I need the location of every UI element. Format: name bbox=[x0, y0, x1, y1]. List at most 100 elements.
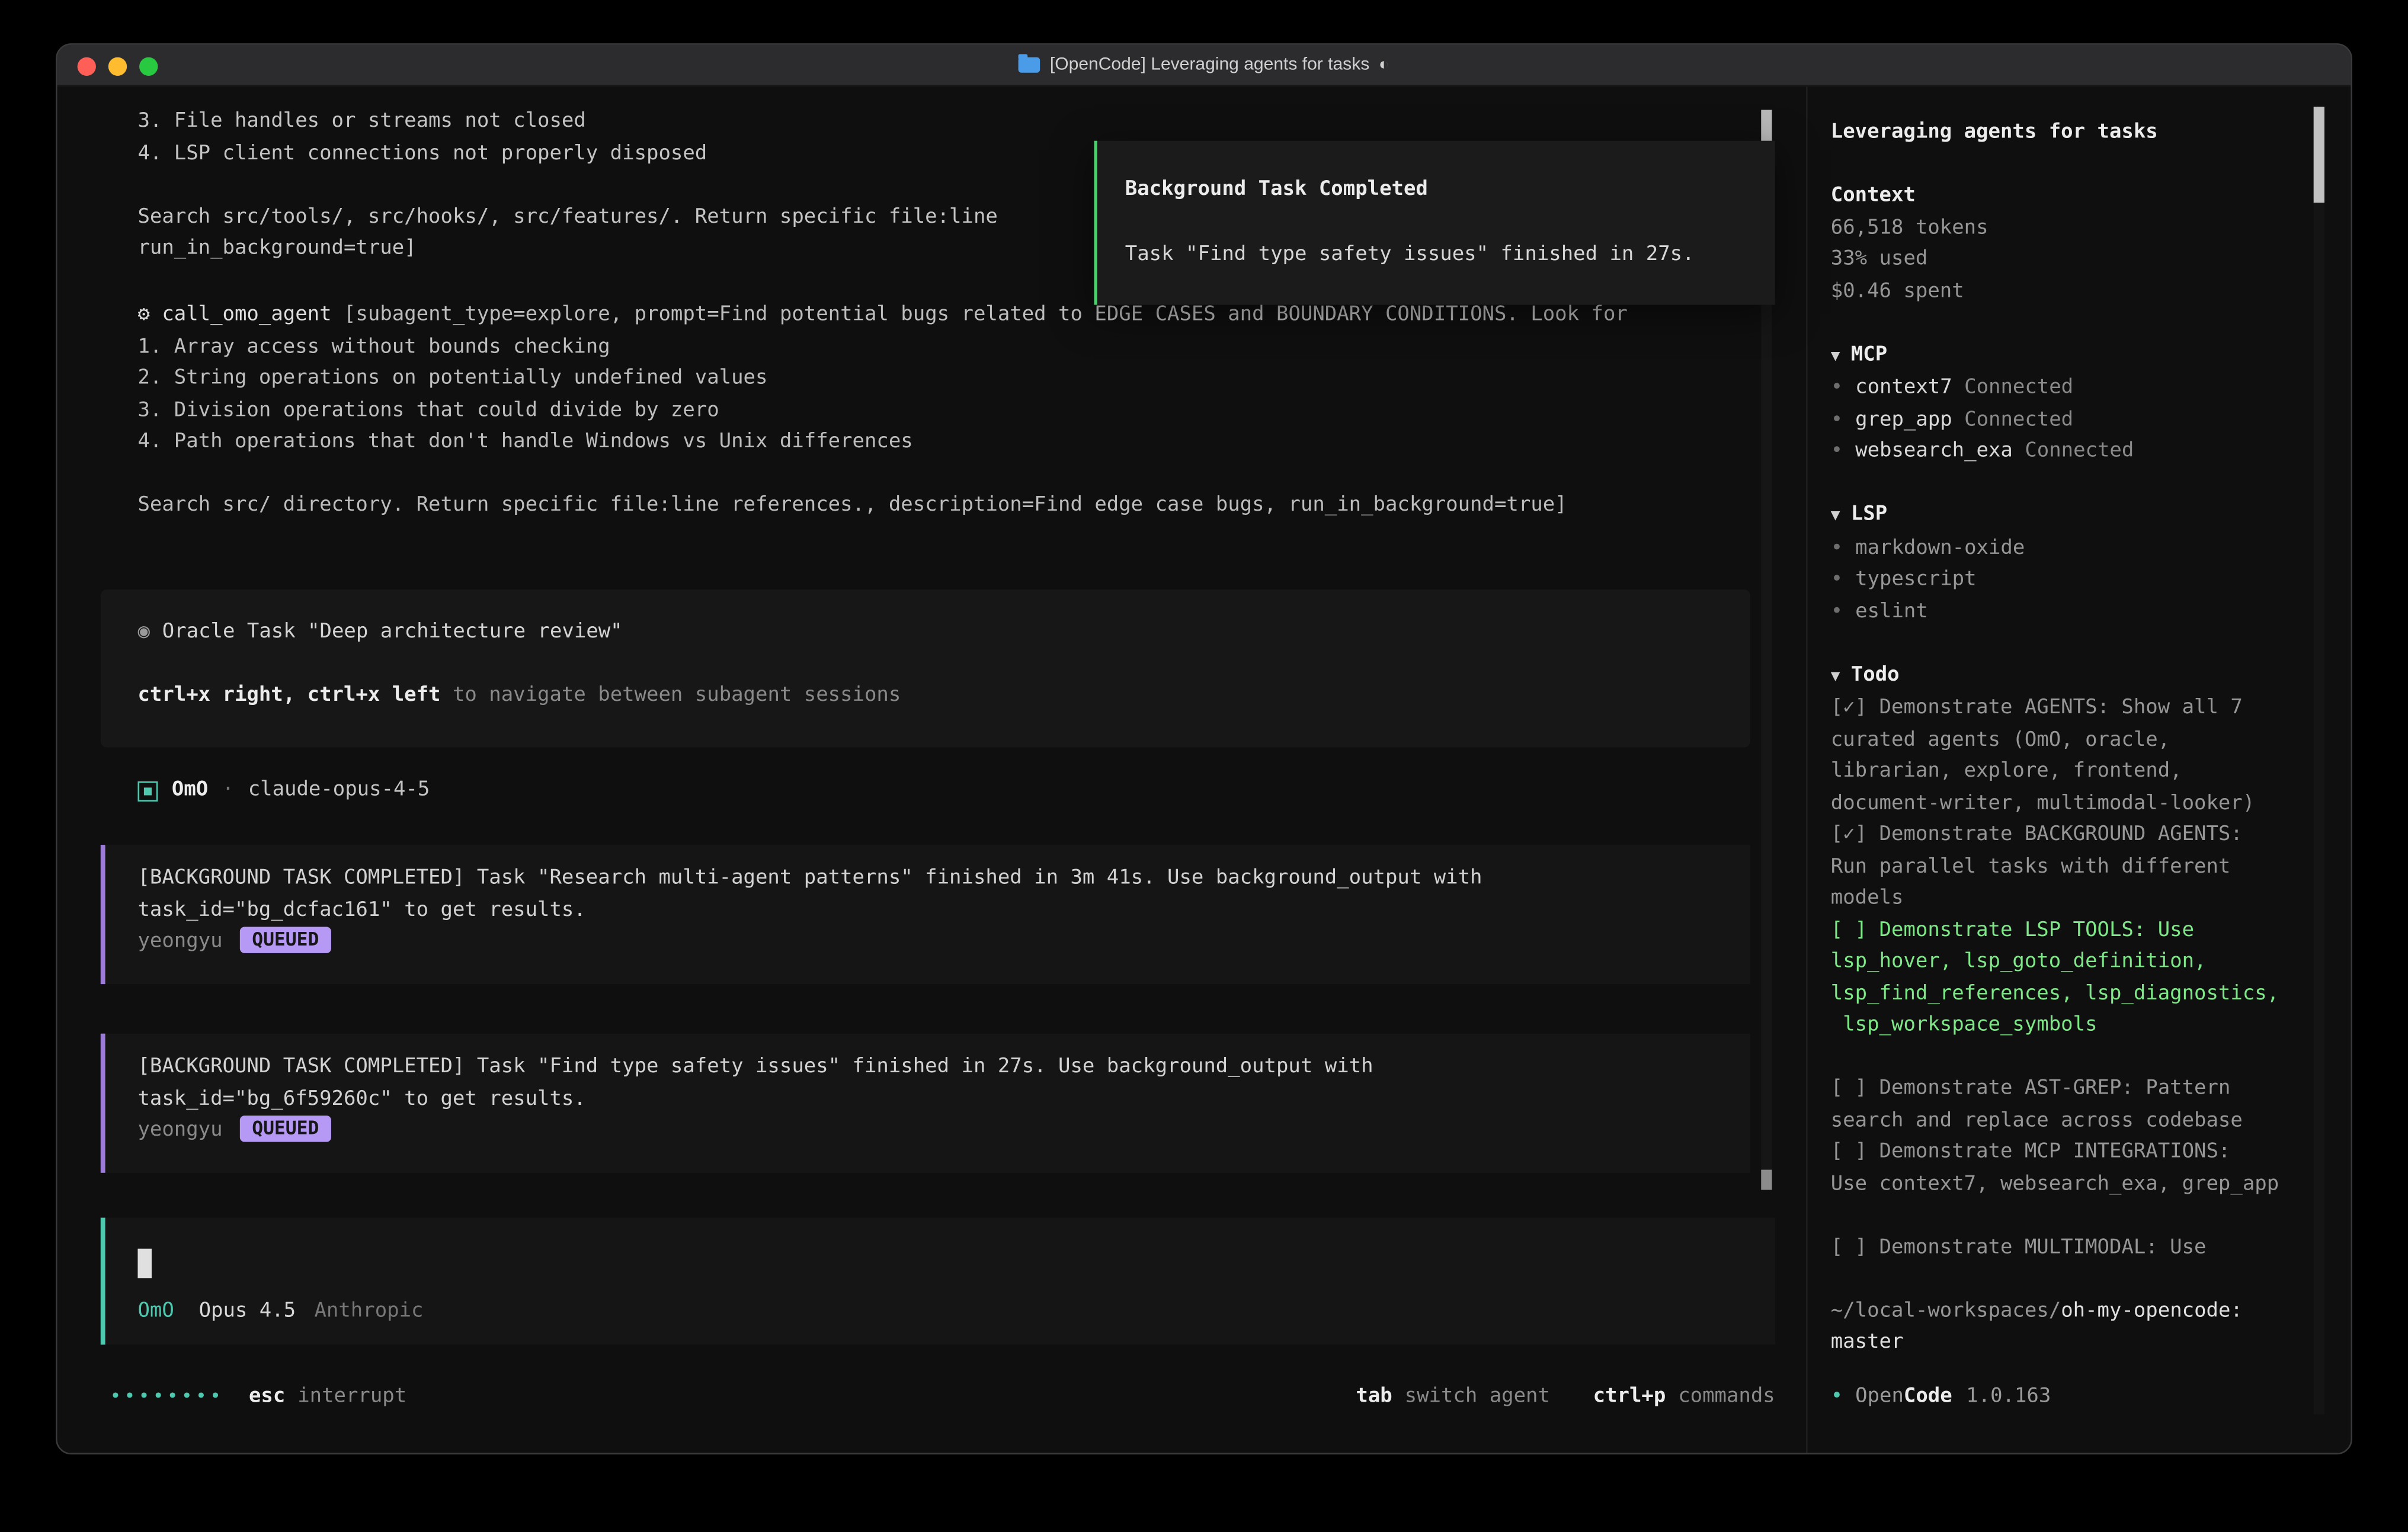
mcp-heading-row[interactable]: ▼ MCP bbox=[1831, 339, 2320, 373]
esc-key-hint: esc bbox=[249, 1384, 285, 1407]
bullet-icon: • bbox=[1831, 568, 1843, 591]
todo-line: [ ] Demonstrate MCP INTEGRATIONS: bbox=[1831, 1137, 2320, 1169]
active-agent-label: OmO bbox=[137, 1299, 174, 1322]
lsp-item: •markdown-oxide bbox=[1831, 533, 2320, 565]
todo-line: [✓] Demonstrate BACKGROUND AGENTS: bbox=[1831, 820, 2320, 852]
desktop: [OpenCode] Leveraging agents for tasks ◐… bbox=[0, 0, 2408, 1532]
main-scrollbar-end[interactable] bbox=[1761, 1170, 1772, 1190]
chevron-down-icon: ▼ bbox=[1831, 668, 1840, 685]
tool-call-args: [subagent_type=explore, prompt=Find pote… bbox=[332, 303, 1628, 326]
text-cursor bbox=[137, 1249, 152, 1278]
mcp-heading: MCP bbox=[1851, 343, 1887, 366]
separator-dot: · bbox=[222, 775, 234, 807]
app-name-dim: Open bbox=[1855, 1384, 1904, 1407]
bullet-icon: • bbox=[1831, 1384, 1843, 1407]
chevron-down-icon: ▼ bbox=[1831, 347, 1840, 364]
navigation-hint: ctrl+x right, ctrl+x left to navigate be… bbox=[137, 681, 1713, 713]
todo-heading-row[interactable]: ▼Todo bbox=[1831, 660, 2320, 693]
terminal-window: [OpenCode] Leveraging agents for tasks ◐… bbox=[56, 43, 2352, 1454]
mcp-name: context7 bbox=[1855, 376, 1952, 399]
blank-line bbox=[137, 649, 1713, 681]
oracle-task-title-line: ◉Oracle Task "Deep architecture review" bbox=[137, 617, 1713, 649]
window-titlebar[interactable]: [OpenCode] Leveraging agents for tasks ◐ bbox=[57, 45, 2351, 87]
chevron-down-icon: ▼ bbox=[1831, 508, 1840, 525]
todo-item: [ ] Demonstrate MCP INTEGRATIONS: Use co… bbox=[1831, 1137, 2320, 1201]
bullet-icon: • bbox=[1831, 376, 1843, 399]
todo-item: [✓] Demonstrate BACKGROUND AGENTS: Run p… bbox=[1831, 820, 2320, 915]
minimize-button[interactable] bbox=[108, 56, 127, 75]
scrollback-line: run_in_background=true] bbox=[137, 233, 997, 265]
sidebar-scrollbar-track[interactable] bbox=[2314, 107, 2324, 1414]
sidebar-footer: •OpenCode1.0.163 bbox=[1831, 1381, 2051, 1413]
mcp-item: •websearch_exa Connected bbox=[1831, 437, 2320, 469]
bullet-icon: • bbox=[1831, 536, 1843, 559]
statusbar-left: ••••••••escinterrupt bbox=[110, 1379, 406, 1412]
spinner-dots: •••••••• bbox=[110, 1384, 224, 1406]
todo-line: search and replace across codebase bbox=[1831, 1105, 2320, 1137]
toast-title: Background Task Completed bbox=[1125, 175, 1747, 207]
app-version: 1.0.163 bbox=[1966, 1384, 2051, 1407]
task-message: [BACKGROUND TASK COMPLETED] Task "Find t… bbox=[101, 1034, 1750, 1173]
workspace-repo: oh-my-opencode: bbox=[2061, 1299, 2243, 1322]
close-button[interactable] bbox=[78, 56, 96, 75]
folder-icon bbox=[1019, 57, 1041, 73]
session-sidebar: Leveraging agents for tasks Context 66,5… bbox=[1806, 86, 2351, 1453]
tool-call-list-item: 4. Path operations that don't handle Win… bbox=[137, 427, 1753, 459]
todo-item: [✓] Demonstrate AGENTS: Show all 7 curat… bbox=[1831, 693, 2320, 820]
ctrlp-key-label: commands bbox=[1678, 1384, 1775, 1407]
statusbar-right: tabswitch agent ctrl+pcommands bbox=[1325, 1381, 1775, 1413]
agent-model: claude-opus-4-5 bbox=[248, 775, 430, 807]
prompt-input[interactable]: OmOOpus 4.5Anthropic bbox=[101, 1218, 1775, 1345]
task-message-line: task_id="bg_dcfac161" to get results. bbox=[137, 895, 1750, 927]
window-content: 3. File handles or streams not closed 4.… bbox=[57, 86, 2351, 1453]
mcp-item: • context7 Connected bbox=[1831, 373, 2320, 405]
todo-line: Use context7, websearch_exa, grep_app bbox=[1831, 1169, 2320, 1201]
mcp-item: •grep_app Connected bbox=[1831, 405, 2320, 437]
lsp-heading-row[interactable]: ▼ LSP bbox=[1831, 500, 2320, 533]
agent-square-icon bbox=[137, 781, 158, 801]
tool-call-name: ⚙ call_omo_agent bbox=[137, 303, 331, 326]
tool-call-list-item: 3. Division operations that could divide… bbox=[137, 395, 1753, 427]
hint-keys: ctrl+x right, ctrl+x left bbox=[137, 684, 440, 707]
status-badge: QUEUED bbox=[239, 927, 331, 953]
tool-call-list-item: 2. String operations on potentially unde… bbox=[137, 364, 1753, 396]
todo-item: [ ] Demonstrate MULTIMODAL: Use bbox=[1831, 1232, 2320, 1264]
tab-key-hint: tab bbox=[1356, 1384, 1392, 1407]
workspace-path-line: ~/local-workspaces/oh-my-opencode: bbox=[1831, 1296, 2320, 1328]
oracle-task-panel[interactable]: ◉Oracle Task "Deep architecture review" … bbox=[101, 589, 1750, 747]
todo-line: Run parallel tasks with different bbox=[1831, 852, 2320, 884]
provider-label: Anthropic bbox=[314, 1299, 423, 1322]
oracle-task-title: Oracle Task "Deep architecture review" bbox=[162, 620, 623, 643]
half-moon-icon: ◐ bbox=[1379, 49, 1389, 81]
bullet-icon: • bbox=[1831, 440, 1843, 463]
tool-call-block: ⚙ call_omo_agent [subagent_type=explore,… bbox=[137, 300, 1753, 523]
context-heading: Context bbox=[1831, 181, 2320, 213]
mcp-name: grep_app bbox=[1855, 408, 1952, 431]
model-row: OmOOpus 4.5Anthropic bbox=[137, 1296, 423, 1328]
bullet-icon: • bbox=[1831, 600, 1843, 623]
background-task-toast[interactable]: Background Task Completed Task "Find typ… bbox=[1094, 141, 1775, 305]
mcp-status: Connected bbox=[2025, 440, 2134, 463]
lsp-heading: LSP bbox=[1851, 503, 1887, 526]
todo-line: [✓] Demonstrate AGENTS: Show all 7 bbox=[1831, 693, 2320, 725]
task-message: [BACKGROUND TASK COMPLETED] Task "Resear… bbox=[101, 845, 1750, 984]
window-title-group: [OpenCode] Leveraging agents for tasks ◐ bbox=[1019, 49, 1389, 81]
task-message-line: [BACKGROUND TASK COMPLETED] Task "Resear… bbox=[137, 863, 1750, 895]
todo-section: ▼Todo [✓] Demonstrate AGENTS: Show all 7… bbox=[1831, 660, 2320, 1264]
username: yeongyu bbox=[137, 1118, 222, 1142]
todo-item: [ ] Demonstrate AST-GREP: Pattern search… bbox=[1831, 1074, 2320, 1137]
todo-line: lsp_find_references, lsp_diagnostics, bbox=[1831, 979, 2320, 1011]
workspace-info: ~/local-workspaces/oh-my-opencode: maste… bbox=[1831, 1296, 2320, 1359]
mcp-section: ▼MCP •context7 Connected •grep_app Conne… bbox=[1831, 339, 2320, 468]
mcp-status: Connected bbox=[1964, 376, 2073, 399]
todo-item-active: [ ] Demonstrate LSP TOOLS: Use lsp_hover… bbox=[1831, 915, 2320, 1042]
todo-line: curated agents (OmO, oracle, bbox=[1831, 725, 2320, 757]
agent-header: OmO · claude-opus-4-5 bbox=[137, 775, 430, 807]
maximize-button[interactable] bbox=[139, 56, 158, 75]
sidebar-scrollbar-thumb[interactable] bbox=[2314, 107, 2324, 203]
tool-call-tail: Search src/ directory. Return specific f… bbox=[137, 491, 1753, 523]
todo-line: document-writer, multimodal-looker) bbox=[1831, 789, 2320, 821]
main-scrollbar-thumb[interactable] bbox=[1761, 110, 1772, 145]
lsp-section: ▼LSP •markdown-oxide •typescript •eslint bbox=[1831, 500, 2320, 629]
window-title: [OpenCode] Leveraging agents for tasks bbox=[1050, 49, 1369, 81]
